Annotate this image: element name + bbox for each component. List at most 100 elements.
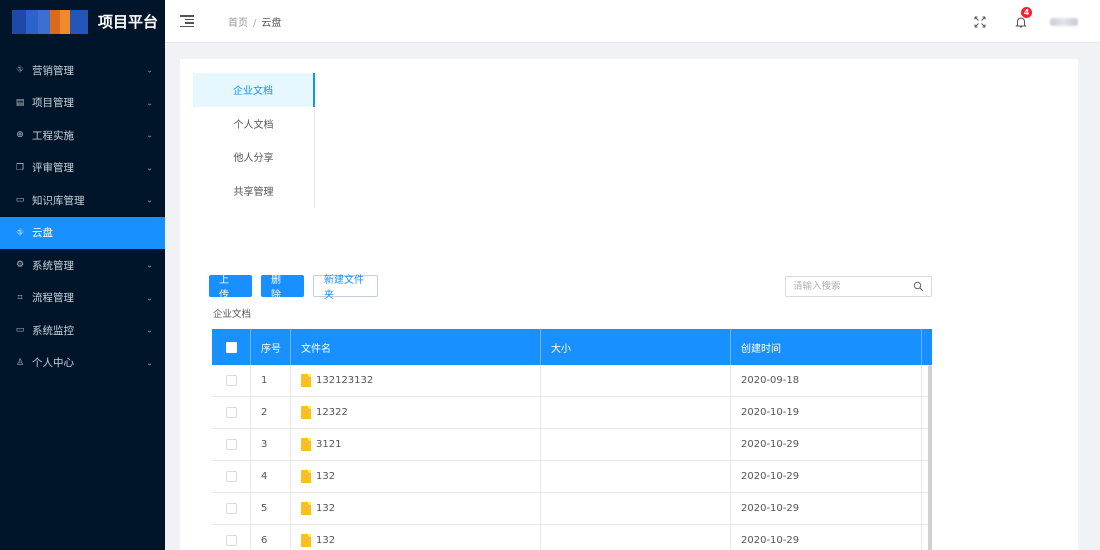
flow-icon: ⌗ [17, 292, 23, 303]
row-created: 2020-10-29 [731, 525, 922, 550]
row-index: 4 [251, 461, 291, 492]
row-checkbox[interactable] [225, 503, 237, 514]
breadcrumb-home[interactable]: 首页 [228, 18, 248, 29]
row-checkbox[interactable] [225, 439, 237, 450]
sidebar-item[interactable]: ⊕ 工程实施 ⌄ [0, 119, 165, 152]
row-select-cell [212, 397, 251, 428]
breadcrumb-separator: / [253, 17, 257, 29]
folder-icon [301, 534, 311, 547]
row-size [541, 429, 731, 460]
folder-icon [301, 438, 311, 451]
tab[interactable]: 共享管理 [193, 174, 314, 208]
table-header: 序号 文件名 大小 创建时间 [212, 329, 932, 365]
table-row[interactable]: 2 12322 2020-10-19 [212, 397, 932, 429]
row-name-cell[interactable]: 3121 [291, 429, 541, 460]
row-created: 2020-09-18 [731, 365, 922, 396]
sidebar-item[interactable]: ⚙ 系统管理 ⌄ [0, 249, 165, 282]
current-folder-label: 企业文档 [213, 309, 252, 320]
file-icon: ▤ [15, 97, 25, 108]
row-created: 2020-10-29 [731, 493, 922, 524]
table-row[interactable]: 1 132123132 2020-09-18 [212, 365, 932, 397]
row-select-cell [212, 525, 251, 550]
search-box [785, 276, 932, 297]
row-index: 2 [251, 397, 291, 428]
table-row[interactable]: 3 3121 2020-10-29 [212, 429, 932, 461]
menu-fold-icon[interactable] [180, 15, 194, 27]
row-created: 2020-10-29 [731, 429, 922, 460]
cluster-icon: ⛗ [16, 65, 24, 76]
sidebar-item-label: 系统管理 [32, 259, 74, 272]
row-index: 3 [251, 429, 291, 460]
row-name[interactable]: 12322 [316, 407, 348, 418]
row-name[interactable]: 132123132 [316, 375, 373, 386]
search-input[interactable] [786, 281, 906, 292]
tab[interactable]: 他人分享 [193, 140, 314, 174]
book-icon: ▭ [15, 195, 25, 206]
row-name-cell[interactable]: 132 [291, 493, 541, 524]
folder-icon [301, 406, 311, 419]
file-table: 序号 文件名 大小 创建时间 1 132123132 2020-09-18 2 1232… [212, 329, 932, 550]
search-icon[interactable] [913, 281, 924, 292]
chevron-down-icon: ⌄ [146, 163, 153, 173]
sidebar-item-label: 营销管理 [32, 64, 74, 77]
fullscreen-icon[interactable] [974, 16, 986, 28]
column-header-created[interactable]: 创建时间 [731, 329, 922, 365]
sidebar-item[interactable]: ▤ 项目管理 ⌄ [0, 87, 165, 120]
upload-button[interactable]: 上 传 [209, 275, 252, 301]
header: 首页 / 云盘 4 [165, 0, 1100, 43]
sidebar-item[interactable]: ❐ 评审管理 ⌄ [0, 152, 165, 185]
notification-bell[interactable]: 4 [1014, 5, 1033, 29]
sidebar-item[interactable]: ⛗ 营销管理 ⌄ [0, 54, 165, 87]
table-row[interactable]: 6 132 2020-10-29 [212, 525, 932, 550]
row-created: 2020-10-19 [731, 397, 922, 428]
row-size [541, 397, 731, 428]
tab[interactable]: 个人文档 [193, 107, 314, 141]
tab[interactable]: 企业文档 [193, 73, 315, 107]
sidebar: 项目平台 ⛗ 营销管理 ⌄ ▤ 项目管理 ⌄ ⊕ 工程实施 ⌄ ❐ 评审管理 ⌄ ▭ 知识库管理 ⌄ ⛗ 云盘 ⚙… [0, 0, 165, 550]
user-name-blurred[interactable] [1050, 17, 1078, 26]
user-icon: ♙ [15, 357, 25, 368]
sidebar-item-label: 系统监控 [32, 324, 74, 337]
breadcrumb-current: 云盘 [261, 17, 282, 29]
table-row[interactable]: 5 132 2020-10-29 [212, 493, 932, 525]
cloud-drive-icon: ⛗ [16, 227, 24, 238]
folder-icon [301, 374, 311, 387]
row-index: 5 [251, 493, 291, 524]
select-all-checkbox[interactable] [225, 341, 237, 353]
chevron-down-icon: ⌄ [146, 325, 153, 335]
row-name-cell[interactable]: 132 [291, 525, 541, 550]
breadcrumb: 首页 / 云盘 [228, 14, 281, 29]
row-checkbox[interactable] [225, 535, 237, 546]
table-row[interactable]: 4 132 2020-10-29 [212, 461, 932, 493]
toolbar: 上 传 删 除 新建文件夹 [209, 275, 387, 301]
row-index: 6 [251, 525, 291, 550]
sidebar-item-label: 云盘 [32, 227, 53, 240]
sidebar-item[interactable]: ⛗ 云盘 [0, 216, 165, 249]
new-folder-button[interactable]: 新建文件夹 [313, 275, 378, 301]
row-select-cell [212, 493, 251, 524]
sidebar-item[interactable]: ⌗ 流程管理 ⌄ [0, 282, 165, 315]
sidebar-item[interactable]: ♙ 个人中心 ⌄ [0, 347, 165, 380]
row-checkbox[interactable] [225, 407, 237, 418]
delete-button[interactable]: 删 除 [261, 275, 304, 301]
row-name-cell[interactable]: 132 [291, 461, 541, 492]
settings-icon: ⚙ [15, 260, 25, 271]
row-name[interactable]: 3121 [316, 439, 341, 450]
row-name-cell[interactable]: 132123132 [291, 365, 541, 396]
row-created: 2020-10-29 [731, 461, 922, 492]
table-scrollbar[interactable] [928, 365, 932, 550]
sidebar-item[interactable]: ▭ 系统监控 ⌄ [0, 314, 165, 347]
chevron-down-icon: ⌄ [146, 195, 153, 205]
row-checkbox[interactable] [225, 471, 237, 482]
row-name[interactable]: 132 [316, 535, 335, 546]
chevron-down-icon: ⌄ [146, 65, 153, 75]
row-name[interactable]: 132 [316, 471, 335, 482]
sidebar-item[interactable]: ▭ 知识库管理 ⌄ [0, 184, 165, 217]
column-header-size[interactable]: 大小 [541, 329, 731, 365]
row-name[interactable]: 132 [316, 503, 335, 514]
column-header-name[interactable]: 文件名 [291, 329, 541, 365]
row-size [541, 461, 731, 492]
row-select-cell [212, 365, 251, 396]
row-checkbox[interactable] [225, 375, 237, 386]
row-name-cell[interactable]: 12322 [291, 397, 541, 428]
